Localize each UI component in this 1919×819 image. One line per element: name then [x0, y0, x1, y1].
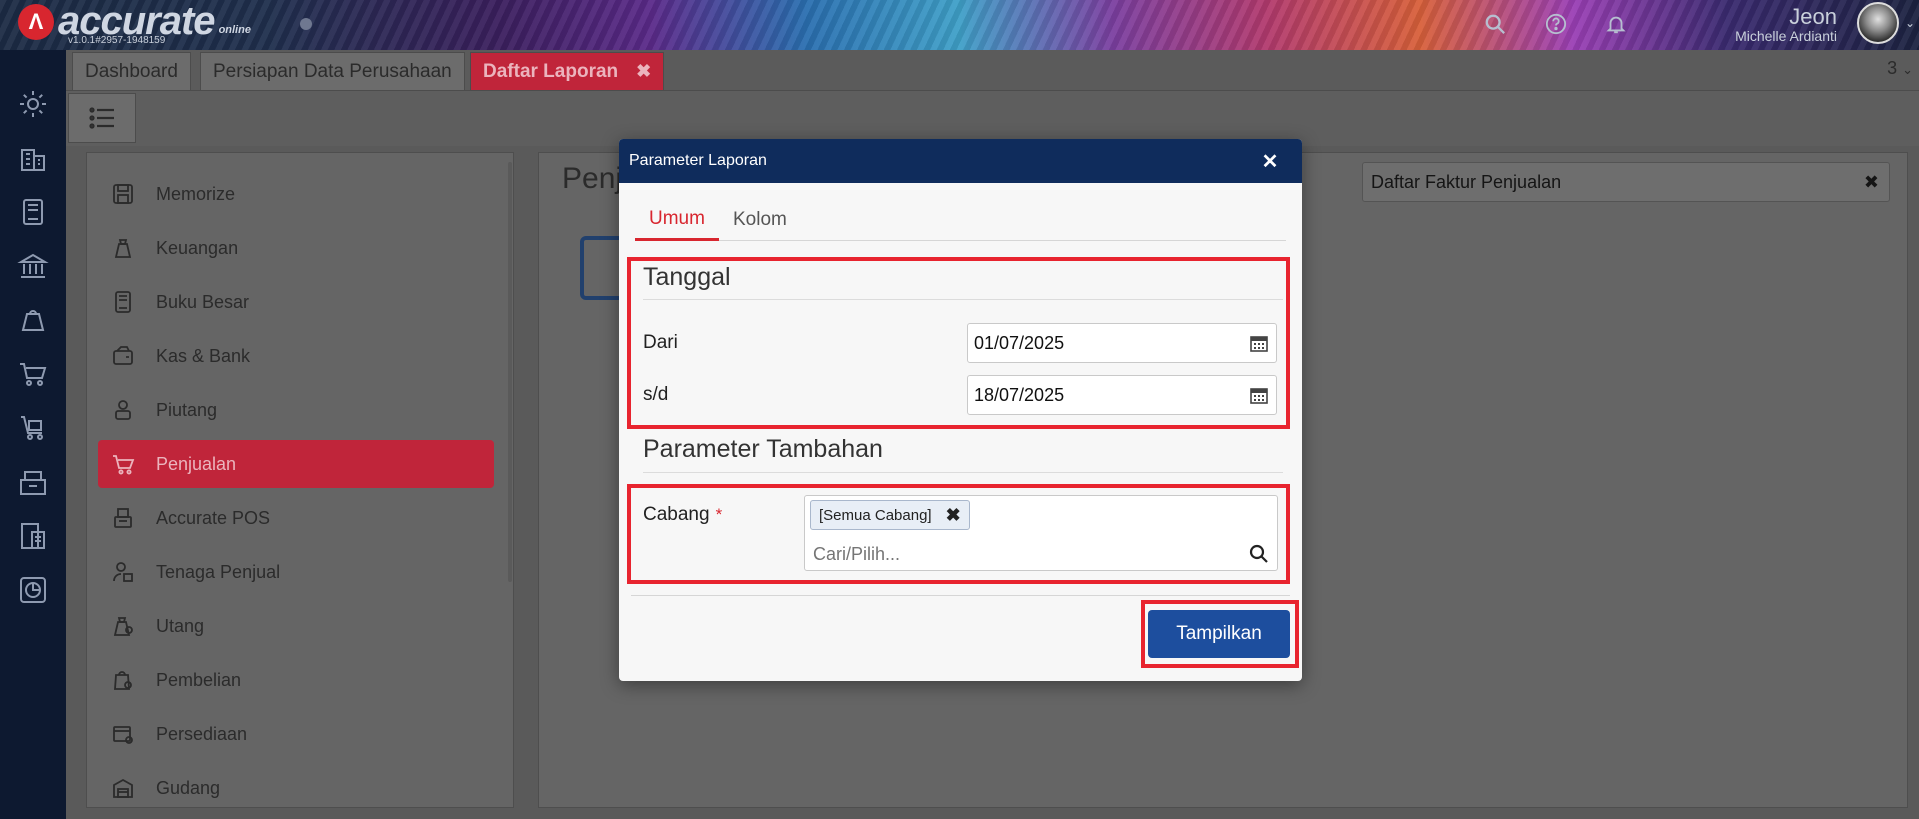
menu-item-label: Piutang	[156, 399, 218, 420]
purchase-bag-icon	[110, 667, 136, 693]
receivable-bag-icon[interactable]	[17, 304, 49, 336]
menu-item-kas-bank[interactable]: Kas & Bank	[98, 332, 494, 380]
tab-umum[interactable]: Umum	[635, 199, 719, 241]
menu-item-tenaga-penjual[interactable]: Tenaga Penjual	[98, 548, 494, 596]
notification-bell-icon[interactable]	[1604, 12, 1628, 36]
page-title: Penj	[562, 162, 623, 195]
user-name[interactable]: Jeon	[1789, 4, 1837, 30]
tab-label: Kolom	[733, 209, 787, 230]
menu-item-label: Utang	[156, 615, 205, 636]
inventory-icon[interactable]	[17, 466, 49, 498]
menu-item-utang[interactable]: Utang	[98, 602, 494, 650]
bank-icon[interactable]	[17, 250, 49, 282]
header-background	[0, 0, 1919, 50]
highlight-branch-section	[627, 484, 1290, 584]
tab-label: Daftar Laporan	[483, 60, 619, 82]
salesperson-icon	[110, 559, 136, 585]
section-title-parameter-tambahan: Parameter Tambahan	[643, 435, 883, 463]
menu-item-label: Memorize	[156, 183, 236, 204]
company-building-icon[interactable]	[17, 142, 49, 174]
tab-bar: Dashboard Persiapan Data Perusahaan Daft…	[66, 50, 1919, 90]
menu-item-label: Buku Besar	[156, 291, 250, 312]
tab-count-value: 3	[1887, 58, 1898, 78]
help-icon[interactable]	[1544, 12, 1568, 36]
report-search-value: Daftar Faktur Penjualan	[1371, 171, 1562, 192]
menu-item-pembelian[interactable]: Pembelian	[98, 656, 494, 704]
menu-item-gudang[interactable]: Gudang	[98, 764, 494, 812]
menu-item-label: Pembelian	[156, 669, 242, 690]
money-bag-icon	[110, 235, 136, 261]
clear-search-icon[interactable]: ✖	[1864, 172, 1879, 193]
wallet-icon	[110, 343, 136, 369]
menu-item-label: Tenaga Penjual	[156, 561, 281, 582]
tab-label: Persiapan Data Perusahaan	[213, 60, 452, 82]
menu-scrollbar[interactable]	[508, 162, 512, 582]
tab-label: Umum	[649, 207, 705, 229]
chevron-down-icon[interactable]: ⌄	[1905, 16, 1915, 30]
tab-dashboard[interactable]: Dashboard	[72, 52, 191, 90]
list-view-button[interactable]	[68, 93, 136, 143]
logo-sub-text: online	[218, 24, 251, 36]
tab-kolom[interactable]: Kolom	[719, 199, 801, 241]
dialog-header: Parameter Laporan ✕	[619, 139, 1302, 183]
shopping-cart-icon	[110, 451, 136, 477]
cash-register-icon	[110, 505, 136, 531]
dialog-title: Parameter Laporan	[629, 152, 767, 169]
module-sidebar	[0, 50, 66, 819]
tab-persiapan-data[interactable]: Persiapan Data Perusahaan	[200, 52, 465, 90]
settings-gear-icon[interactable]	[17, 88, 49, 120]
dialog-tabs: Umum Kolom	[635, 199, 1286, 241]
status-dot-icon	[300, 18, 312, 30]
avatar[interactable]	[1857, 2, 1899, 44]
payable-bag-icon	[110, 613, 136, 639]
menu-item-label: Keuangan	[156, 237, 239, 258]
sales-cart-icon[interactable]	[17, 358, 49, 390]
menu-item-label: Accurate POS	[156, 507, 271, 528]
list-icon	[89, 107, 114, 129]
divider	[631, 595, 1290, 596]
report-chart-icon[interactable]	[17, 574, 49, 606]
menu-item-memorize[interactable]: Memorize	[98, 170, 494, 218]
menu-item-label: Penjualan	[156, 453, 237, 474]
app-version: v1.0.1#2957-1948159	[68, 35, 166, 46]
menu-item-piutang[interactable]: Piutang	[98, 386, 494, 434]
purchase-trolley-icon[interactable]	[17, 412, 49, 444]
menu-item-label: Gudang	[156, 777, 221, 798]
close-icon[interactable]: ✕	[1258, 149, 1282, 173]
divider	[643, 472, 1283, 473]
menu-item-persediaan[interactable]: Persediaan	[98, 710, 494, 758]
warehouse-icon	[110, 775, 136, 801]
person-receivable-icon	[110, 397, 136, 423]
highlight-submit-button	[1141, 600, 1299, 668]
menu-item-penjualan[interactable]: Penjualan	[98, 440, 494, 488]
tax-document-icon[interactable]	[17, 520, 49, 552]
top-header: Λ accurate online v1.0.1#2957-1948159 Je…	[0, 0, 1919, 50]
tab-count-dropdown[interactable]: 3 ⌄	[1887, 58, 1913, 79]
search-icon[interactable]	[1483, 12, 1507, 36]
tab-label: Dashboard	[85, 60, 178, 82]
floppy-disk-icon	[110, 181, 136, 207]
menu-item-label: Persediaan	[156, 723, 248, 744]
tab-daftar-laporan[interactable]: Daftar Laporan ✖	[470, 52, 665, 90]
user-company: Michelle Ardianti	[1735, 28, 1837, 44]
menu-item-accurate-pos[interactable]: Accurate POS	[98, 494, 494, 542]
menu-item-label: Kas & Bank	[156, 345, 251, 366]
chevron-down-icon: ⌄	[1902, 62, 1913, 77]
inventory-box-icon	[110, 721, 136, 747]
menu-item-buku-besar[interactable]: Buku Besar	[98, 278, 494, 326]
highlight-date-section	[627, 257, 1290, 429]
tab-close-icon[interactable]: ✖	[636, 61, 651, 82]
page-toolbar	[66, 90, 1919, 146]
report-search-input[interactable]: Daftar Faktur Penjualan ✖	[1362, 162, 1890, 202]
logo-mark-icon: Λ	[18, 4, 54, 40]
ledger-book-icon	[110, 289, 136, 315]
ledger-book-icon[interactable]	[17, 196, 49, 228]
menu-item-keuangan[interactable]: Keuangan	[98, 224, 494, 272]
